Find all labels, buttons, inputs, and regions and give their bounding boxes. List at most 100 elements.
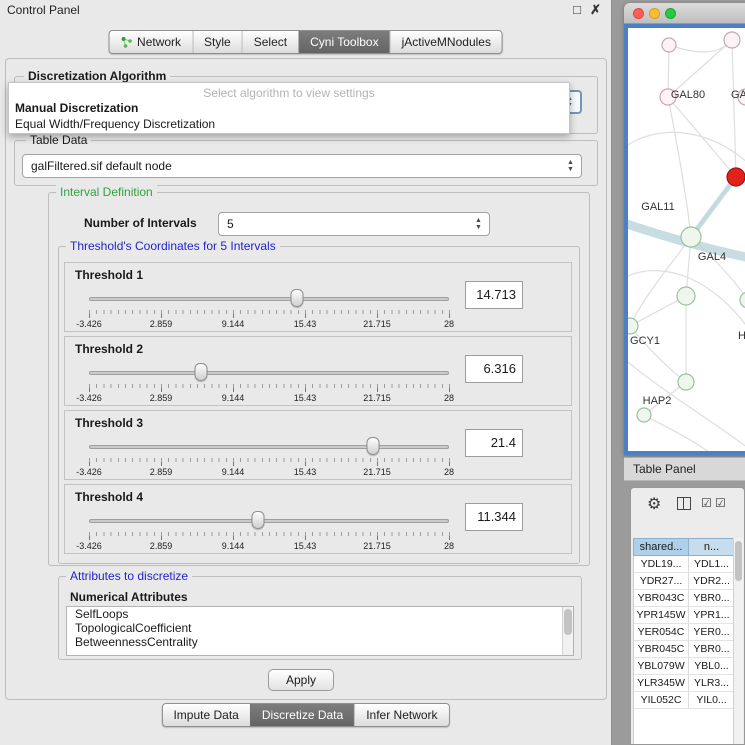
column-header-shared-name[interactable]: shared... (633, 538, 689, 556)
threshold-slider[interactable] (89, 437, 449, 457)
slider-thumb[interactable] (367, 437, 380, 455)
gear-icon[interactable]: ⚙ (647, 494, 661, 514)
select-all-checkbox-icon[interactable]: ☑ (701, 496, 712, 510)
float-window-icon[interactable]: □ (573, 2, 581, 17)
table-row[interactable]: YER054C YER0... (634, 624, 734, 641)
tab-select[interactable]: Select (242, 31, 298, 53)
threshold-label: Threshold 1 (75, 268, 143, 282)
network-node[interactable] (681, 227, 701, 247)
tab-label: Style (204, 35, 231, 49)
select-rows-checkbox-icon[interactable]: ☑ (715, 496, 726, 510)
columns-icon[interactable] (677, 497, 691, 510)
tab-label: Cyni Toolbox (310, 35, 378, 49)
network-node[interactable] (662, 38, 676, 52)
tab-style[interactable]: Style (192, 31, 242, 53)
tab-discretize-data[interactable]: Discretize Data (250, 704, 354, 726)
table-row[interactable]: YIL052C YIL0... (634, 692, 734, 709)
list-item[interactable]: SelfLoops (67, 607, 573, 621)
network-node[interactable] (724, 32, 740, 48)
network-node[interactable] (628, 318, 638, 334)
list-vertical-scrollbar[interactable] (562, 607, 573, 655)
slider-thumb[interactable] (290, 289, 303, 307)
list-item[interactable]: BetweennessCentrality (67, 635, 573, 649)
network-node[interactable] (677, 287, 695, 305)
table-cell: YLR3... (689, 675, 734, 691)
scale-tick-label: 2.859 (150, 319, 173, 329)
tab-infer-network[interactable]: Infer Network (354, 704, 448, 726)
scrollbar-thumb[interactable] (735, 541, 742, 581)
threshold-slider[interactable] (89, 511, 449, 531)
close-traffic-light-icon[interactable] (633, 8, 644, 19)
number-of-intervals-combobox[interactable]: 5 (218, 212, 490, 236)
network-node[interactable] (637, 408, 651, 422)
node-label[interactable]: HAP2 (643, 395, 672, 407)
scale-tick-label: 15.43 (294, 467, 317, 477)
scale-tick-label: 15.43 (294, 541, 317, 551)
tab-cyni-toolbox[interactable]: Cyni Toolbox (298, 31, 389, 53)
table-cell: YDR27... (634, 573, 689, 589)
scale-tick-label: 9.144 (222, 541, 245, 551)
table-row[interactable]: YLR345W YLR3... (634, 675, 734, 692)
slider-scale-labels: -3.426 2.859 9.144 15.43 21.715 28 (89, 467, 449, 477)
table-vertical-scrollbar[interactable] (733, 538, 743, 744)
node-label[interactable]: GAL80 (671, 89, 705, 101)
tab-label: Select (254, 35, 287, 49)
table-row[interactable]: YBR045C YBR0... (634, 641, 734, 658)
table-header-row: shared... n... (633, 538, 735, 556)
tab-jactivemnodules[interactable]: jActiveMNodules (390, 31, 502, 53)
table-cell: YBL079W (634, 658, 689, 674)
table-data-combobox[interactable]: galFiltered.sif default node (22, 154, 582, 178)
scale-tick-label: 28 (444, 319, 454, 329)
slider-track[interactable] (89, 297, 449, 301)
threshold-value-field[interactable]: 21.4 (465, 429, 523, 457)
slider-thumb[interactable] (252, 511, 265, 529)
threshold-slider[interactable] (89, 289, 449, 309)
list-item[interactable]: TopologicalCoefficient (67, 621, 573, 635)
algorithm-dropdown-popup: Select algorithm to view settings Manual… (8, 82, 570, 134)
threshold-panel-4: Threshold 4 -3.426 2.859 9.144 15.43 21.… (64, 484, 572, 554)
scale-tick-label: 21.715 (363, 541, 391, 551)
threshold-label: Threshold 2 (75, 342, 143, 356)
slider-track[interactable] (89, 371, 449, 375)
dropdown-option-manual[interactable]: Manual Discretization (9, 100, 569, 116)
threshold-panel-2: Threshold 2 -3.426 2.859 9.144 15.43 21.… (64, 336, 572, 406)
threshold-value-field[interactable]: 6.316 (465, 355, 523, 383)
threshold-value-field[interactable]: 14.713 (465, 281, 523, 309)
interval-definition-title: Interval Definition (56, 185, 157, 199)
table-cell: YER0... (689, 624, 734, 640)
apply-button[interactable]: Apply (268, 669, 334, 691)
network-node-selected[interactable] (727, 168, 745, 186)
network-node[interactable] (678, 374, 694, 390)
close-window-icon[interactable]: ✗ (590, 2, 601, 18)
scrollbar-thumb[interactable] (564, 609, 572, 635)
node-label[interactable]: GAL4 (698, 251, 726, 263)
tab-network[interactable]: Network (109, 31, 192, 53)
network-node[interactable] (740, 292, 745, 308)
slider-track[interactable] (89, 445, 449, 449)
node-label[interactable]: H (738, 330, 745, 342)
table-row[interactable]: YDR27... YDR2... (634, 573, 734, 590)
threshold-value-field[interactable]: 11.344 (465, 503, 523, 531)
slider-scale-labels: -3.426 2.859 9.144 15.43 21.715 28 (89, 541, 449, 551)
scale-tick-label: 2.859 (150, 393, 173, 403)
tab-impute-data[interactable]: Impute Data (162, 704, 249, 726)
node-label[interactable]: GCY1 (630, 335, 660, 347)
zoom-traffic-light-icon[interactable] (665, 8, 676, 19)
numerical-attributes-list[interactable]: SelfLoops TopologicalCoefficient Between… (66, 606, 574, 656)
node-label[interactable]: GA (731, 89, 745, 101)
table-row[interactable]: YDL19... YDL1... (634, 556, 734, 573)
column-header-name[interactable]: n... (689, 538, 735, 556)
scale-tick-label: 2.859 (150, 541, 173, 551)
slider-track[interactable] (89, 519, 449, 523)
network-canvas[interactable]: GAL80 GA GAL11 GAL4 GCY1 H HAP2 (624, 24, 745, 455)
slider-thumb[interactable] (194, 363, 207, 381)
node-label[interactable]: GAL11 (641, 201, 674, 213)
table-row[interactable]: YBR043C YBR0... (634, 590, 734, 607)
minimize-traffic-light-icon[interactable] (649, 8, 660, 19)
table-row[interactable]: YBL079W YBL0... (634, 658, 734, 675)
dropdown-option-equal-width[interactable]: Equal Width/Frequency Discretization (9, 116, 569, 132)
table-row[interactable]: YPR145W YPR1... (634, 607, 734, 624)
table-cell: YIL0... (689, 692, 734, 708)
slider-minor-ticks (89, 310, 451, 314)
threshold-slider[interactable] (89, 363, 449, 383)
